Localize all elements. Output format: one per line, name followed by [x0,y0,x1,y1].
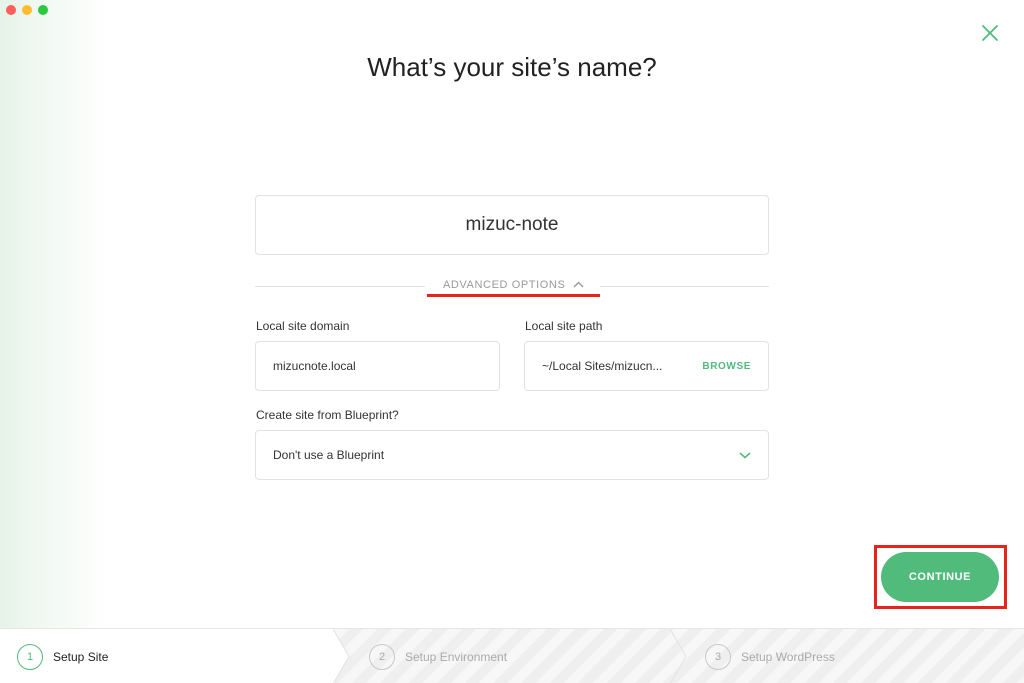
advanced-options-label: ADVANCED OPTIONS [442,279,566,291]
window-maximize-button[interactable] [38,5,48,15]
window-controls [6,5,48,15]
page-title: What’s your site’s name? [367,52,657,82]
site-name-value: mizuc-note [465,214,559,235]
browse-button[interactable]: BROWSE [702,361,751,372]
domain-input[interactable]: mizucnote.local [255,341,500,391]
divider [255,286,425,287]
step-number: 2 [369,643,395,670]
continue-button[interactable]: CONTINUE [881,552,999,602]
step-setup-site: 1 Setup Site [17,629,108,683]
path-label: Local site path [525,319,603,333]
chevron-down-icon [739,448,751,462]
blueprint-select[interactable]: Don't use a Blueprint [255,430,769,480]
window-close-button[interactable] [6,5,16,15]
domain-label: Local site domain [256,319,350,333]
step-progress-bar: 1 Setup Site 2 Setup Environment 3 Setup… [0,628,1024,683]
step-setup-wordpress: 3 Setup WordPress [705,629,835,683]
step-number: 1 [17,643,43,670]
divider [600,286,769,287]
window-minimize-button[interactable] [22,5,32,15]
sidebar-gradient [0,0,110,628]
blueprint-label: Create site from Blueprint? [256,408,399,422]
site-name-input[interactable]: mizuc-note [255,195,769,255]
step-label: Setup WordPress [741,649,835,664]
path-value: ~/Local Sites/mizucn... [542,359,663,373]
close-icon[interactable] [979,22,1001,44]
step-label: Setup Site [53,649,109,664]
step-number: 3 [705,643,731,670]
path-input[interactable]: ~/Local Sites/mizucn... BROWSE [524,341,769,391]
step-setup-environment: 2 Setup Environment [369,629,507,683]
domain-value: mizucnote.local [273,359,356,373]
advanced-options-toggle[interactable]: ADVANCED OPTIONS [427,279,600,291]
blueprint-selected: Don't use a Blueprint [273,448,385,462]
annotation-underline [427,294,600,297]
step-separator [333,629,350,683]
step-label: Setup Environment [405,649,508,664]
step-separator [670,629,687,683]
chevron-up-icon [573,279,584,291]
